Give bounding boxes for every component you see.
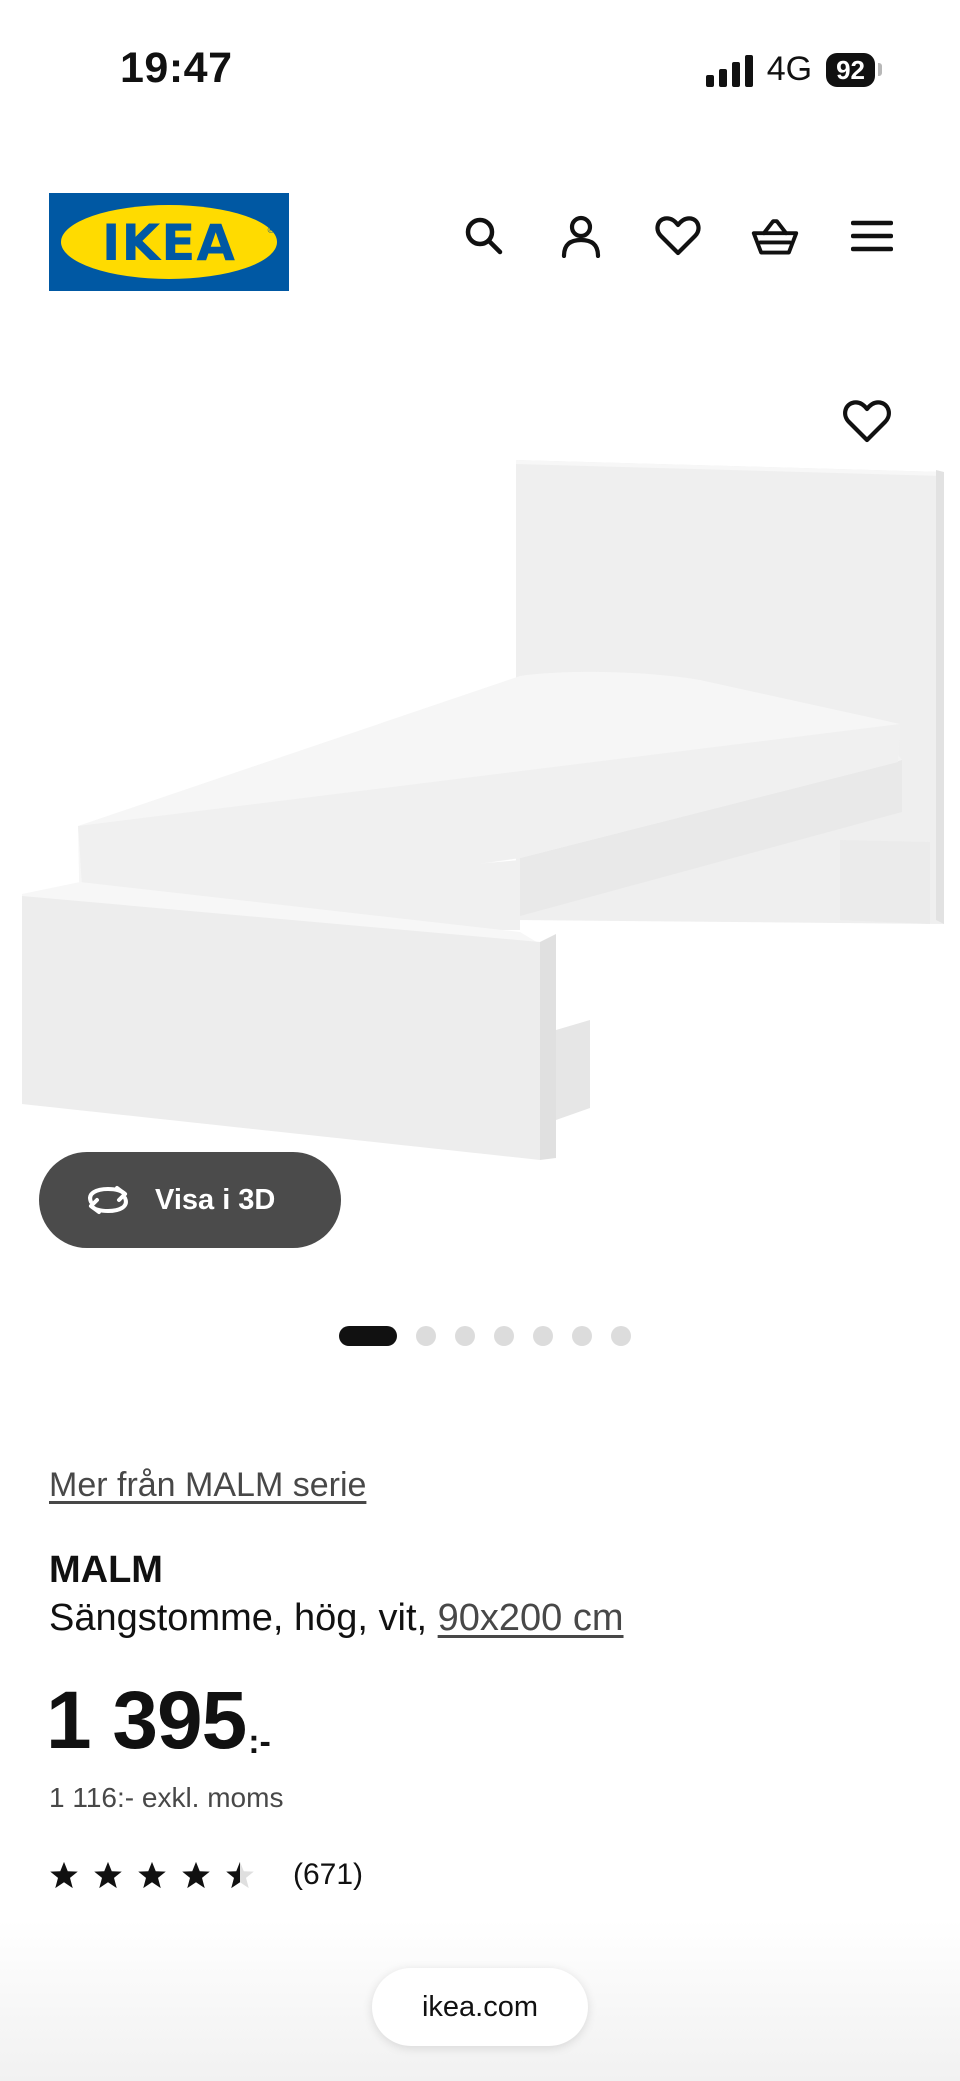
status-time: 19:47 — [120, 44, 233, 92]
price-excluding-vat: 1 116:- exkl. moms — [49, 1782, 284, 1813]
status-indicators: 4G 92 — [705, 50, 882, 89]
star-icon — [182, 1861, 210, 1889]
rating-stars — [49, 1860, 255, 1890]
product-rating[interactable]: (671) — [49, 1858, 363, 1892]
svg-text:®: ® — [267, 226, 276, 236]
menu-icon[interactable] — [848, 212, 896, 260]
image-carousel-indicator — [0, 1326, 960, 1346]
basket-icon[interactable] — [751, 212, 799, 260]
carousel-dot[interactable] — [572, 1326, 592, 1346]
logo-text: IKEA — [102, 214, 236, 272]
series-link[interactable]: Mer från MALM serie — [49, 1466, 366, 1505]
network-type: 4G — [766, 50, 813, 88]
half-star-icon — [226, 1861, 254, 1889]
rotate-icon — [88, 1186, 128, 1214]
carousel-dot[interactable] — [533, 1326, 553, 1346]
add-to-favourites-button[interactable] — [842, 398, 892, 448]
carousel-dot[interactable] — [611, 1326, 631, 1346]
product-price: 1 395 :- — [46, 1680, 271, 1762]
battery-level: 92 — [826, 52, 875, 87]
header-actions — [460, 212, 896, 260]
star-icon — [138, 1861, 166, 1889]
status-bar: 19:47 4G 92 — [0, 0, 960, 140]
review-count: (671) — [293, 1858, 364, 1891]
view-in-3d-label: Visa i 3D — [155, 1183, 276, 1216]
url-bar[interactable]: ikea.com — [372, 1968, 588, 2046]
view-in-3d-button[interactable]: Visa i 3D — [39, 1152, 341, 1248]
battery-icon: 92 — [826, 52, 882, 87]
ikea-logo[interactable]: IKEA ® — [49, 193, 289, 291]
price-currency: :- — [248, 1723, 271, 1761]
favourites-icon[interactable] — [654, 212, 702, 260]
size-link[interactable]: 90x200 cm — [438, 1597, 624, 1639]
search-icon[interactable] — [460, 212, 508, 260]
product-name: MALM — [49, 1549, 163, 1591]
carousel-dot[interactable] — [339, 1326, 397, 1346]
account-icon[interactable] — [557, 212, 605, 260]
star-icon — [50, 1861, 78, 1889]
product-description: Sängstomme, hög, vit, 90x200 cm — [49, 1597, 624, 1640]
star-icon — [94, 1861, 122, 1889]
carousel-dot[interactable] — [455, 1326, 475, 1346]
product-description-text: Sängstomme, hög, vit, — [49, 1597, 438, 1639]
cellular-signal-icon — [705, 53, 753, 87]
carousel-dot[interactable] — [494, 1326, 514, 1346]
carousel-dot[interactable] — [416, 1326, 436, 1346]
price-amount: 1 395 — [46, 1675, 247, 1766]
